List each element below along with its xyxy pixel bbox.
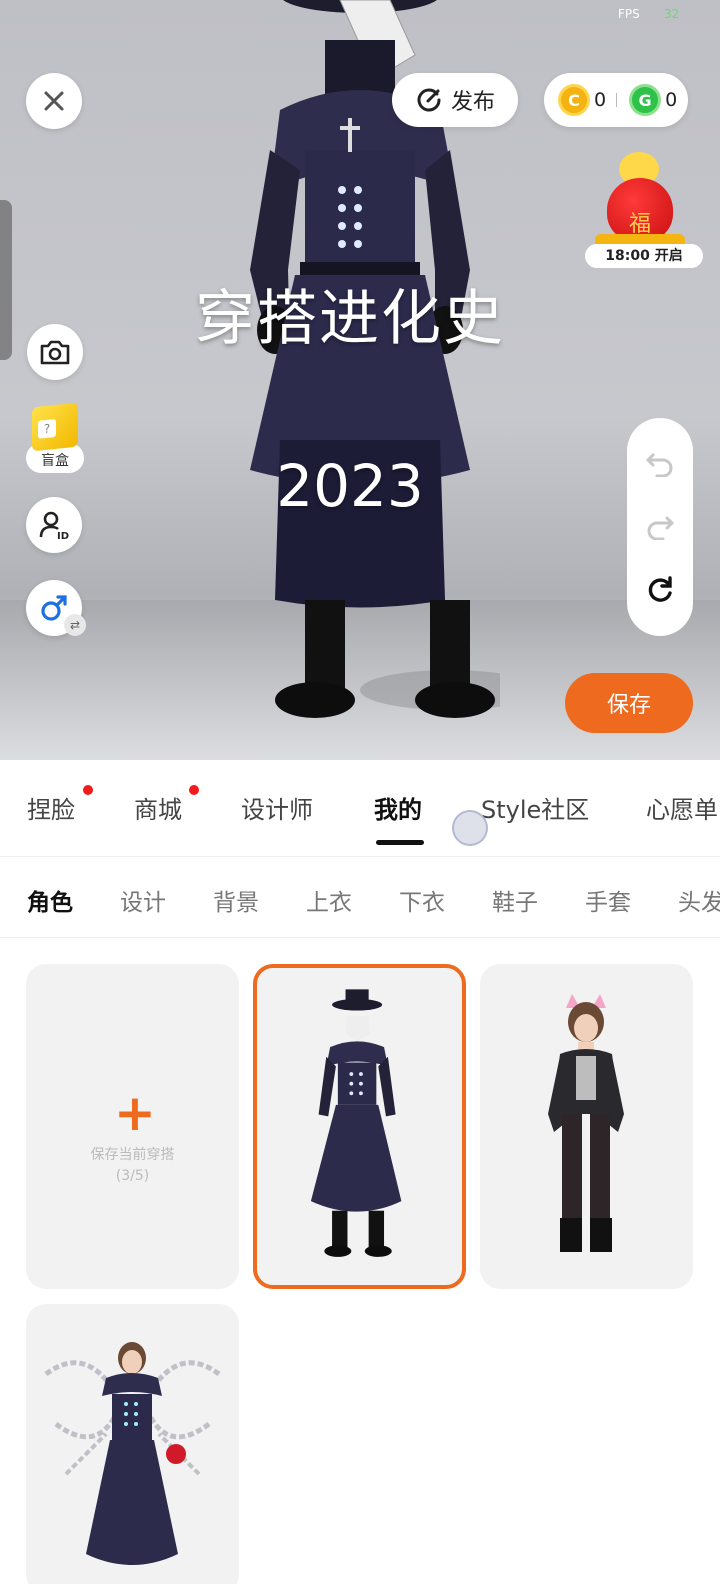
blindbox-icon: ?: [32, 402, 78, 452]
avatar-id-button[interactable]: ID: [26, 497, 82, 553]
chain-wings-thumbnail: [44, 1342, 221, 1565]
subtab-shoes[interactable]: 鞋子: [492, 883, 538, 917]
subtabs-divider: [0, 937, 720, 938]
subtab-hair[interactable]: 头发: [678, 883, 720, 917]
subtab-top[interactable]: 上衣: [306, 883, 352, 917]
fps-label: FPS: [618, 7, 640, 21]
undo-icon: [645, 453, 673, 477]
swap-icon: ⇄: [64, 614, 86, 636]
currency-pill[interactable]: C 0 G 0: [544, 73, 688, 127]
avatar-scene[interactable]: 穿搭进化史 2023 FPS 32 发布 C 0 G 0 福 18:00 开启 …: [0, 0, 720, 760]
publish-button[interactable]: 发布: [392, 73, 518, 127]
coin-separator: [616, 93, 618, 107]
subtab-background[interactable]: 背景: [213, 883, 259, 917]
fortune-time-label: 18:00 开启: [585, 244, 703, 268]
tab-shop[interactable]: 商城: [134, 790, 182, 825]
gold-coin-icon: C: [558, 84, 590, 116]
undo-button[interactable]: [640, 444, 680, 484]
save-outfit-count: (3/5): [115, 1168, 150, 1184]
reset-icon: [648, 576, 672, 603]
main-tabs: 捏脸 商城 设计师 我的 Style社区 心愿单: [0, 760, 720, 856]
wardrobe-panel: 捏脸 商城 设计师 我的 Style社区 心愿单 角色 设计 背景 上衣 下衣 …: [0, 760, 720, 1584]
category-tabs: 角色 设计 背景 上衣 下衣 鞋子 手套 头发: [0, 857, 720, 937]
tab-face[interactable]: 捏脸: [27, 790, 75, 825]
overlay-year: 2023: [276, 452, 424, 520]
gender-switch-button[interactable]: ⇄: [26, 580, 86, 636]
publish-label: 发布: [450, 90, 495, 115]
svg-text:ID: ID: [57, 531, 69, 541]
save-current-outfit-card[interactable]: + 保存当前穿搭 (3/5): [26, 964, 239, 1289]
redo-icon: [647, 516, 675, 540]
tab-wishlist[interactable]: 心愿单: [646, 790, 718, 825]
save-outfit-label: 保存当前穿搭: [90, 1147, 175, 1163]
save-button[interactable]: 保存: [565, 673, 693, 733]
app-root: 穿搭进化史 2023 FPS 32 发布 C 0 G 0 福 18:00 开启 …: [0, 0, 720, 1584]
overlay-title: 穿搭进化史: [195, 284, 505, 354]
fortune-bag-event[interactable]: 福 18:00 开启: [585, 148, 703, 270]
tab-mine[interactable]: 我的: [374, 790, 422, 825]
subtab-bottom[interactable]: 下衣: [399, 883, 445, 917]
subtab-design[interactable]: 设计: [120, 883, 166, 917]
outfit-card-chain-wings[interactable]: [26, 1304, 239, 1584]
green-coin-icon: G: [629, 84, 662, 116]
tab-face-badge: [83, 785, 93, 795]
subtab-gloves[interactable]: 手套: [585, 883, 631, 917]
cat-ear-hoodie-thumbnail: [548, 994, 624, 1252]
active-tab-indicator: [376, 840, 424, 845]
left-edge-handle[interactable]: [0, 200, 12, 360]
outfit-card-plague-doctor[interactable]: [253, 964, 466, 1289]
outfit-card-cat-ear-hoodie[interactable]: [480, 964, 693, 1289]
close-icon: [44, 91, 64, 111]
camera-icon: [40, 340, 70, 365]
green-coin-count: 0: [665, 89, 678, 111]
subtab-character[interactable]: 角色: [27, 883, 73, 917]
plague-doctor-thumbnail: [310, 989, 402, 1257]
gold-coin-count: 0: [594, 89, 607, 111]
tab-designer[interactable]: 设计师: [241, 790, 313, 825]
fps-value: 32: [664, 7, 680, 21]
camera-button[interactable]: [27, 324, 83, 380]
reset-button[interactable]: [640, 570, 680, 610]
user-id-icon: ID: [39, 511, 69, 541]
publish-icon: [417, 88, 441, 112]
plus-icon: +: [114, 1084, 156, 1142]
close-button[interactable]: [26, 73, 82, 129]
tab-style-community[interactable]: Style社区: [481, 790, 589, 825]
blindbox-button[interactable]: 盲盒 ?: [26, 402, 86, 475]
history-controls: [627, 418, 693, 636]
redo-button[interactable]: [640, 507, 680, 547]
touch-indicator: [452, 810, 488, 846]
tab-shop-badge: [189, 785, 199, 795]
